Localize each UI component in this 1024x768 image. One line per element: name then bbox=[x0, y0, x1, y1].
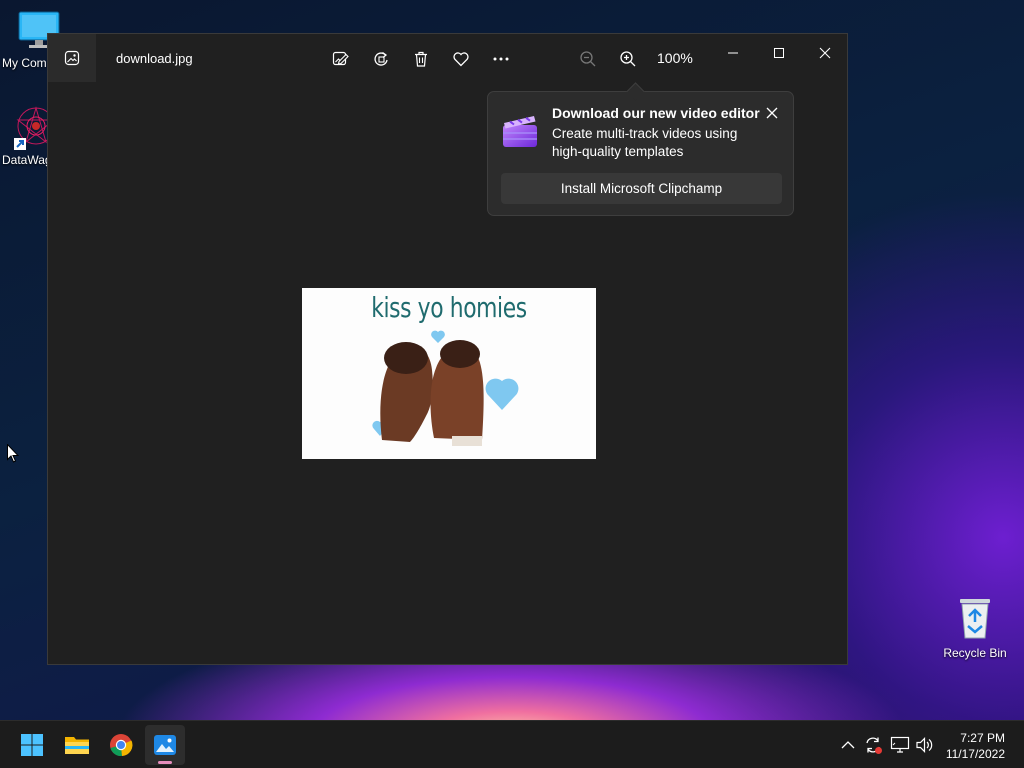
popup-close-button[interactable] bbox=[763, 104, 781, 122]
show-hidden-icons-button[interactable] bbox=[838, 735, 858, 755]
minimize-button[interactable] bbox=[710, 38, 756, 68]
desktop-icon-datawagon[interactable]: DataWag bbox=[2, 104, 56, 167]
displayed-photo[interactable]: kiss yo homies bbox=[302, 288, 596, 459]
file-explorer-icon bbox=[65, 737, 89, 754]
photos-taskbar-button[interactable] bbox=[145, 725, 185, 765]
photos-icon bbox=[154, 735, 176, 755]
network-tray-button[interactable] bbox=[890, 735, 910, 755]
rotate-icon bbox=[374, 51, 388, 66]
title-bar[interactable]: download.jpg 100% bbox=[48, 34, 847, 82]
file-explorer-taskbar-button[interactable] bbox=[57, 725, 97, 765]
heart-shape bbox=[431, 330, 445, 343]
active-app-indicator bbox=[158, 761, 172, 764]
clipchamp-promo-popup: Download our new video editor Create mul… bbox=[487, 82, 794, 216]
close-window-button[interactable] bbox=[802, 38, 848, 68]
desktop-icon-recycle-bin[interactable]: Recycle Bin bbox=[940, 596, 1010, 660]
desktop-icon-label: DataWag bbox=[2, 153, 52, 167]
start-windows-icon bbox=[21, 734, 43, 756]
heart-shape bbox=[485, 378, 519, 410]
popup-body-text: Create multi-track videos using high-qua… bbox=[552, 126, 738, 159]
popup-pointer bbox=[626, 82, 645, 101]
install-clipchamp-button[interactable]: Install Microsoft Clipchamp bbox=[501, 173, 782, 204]
clock-time: 7:27 PM bbox=[960, 731, 1005, 745]
rotate-button[interactable] bbox=[368, 46, 394, 72]
maximize-icon bbox=[774, 48, 784, 58]
more-options-icon bbox=[493, 57, 509, 61]
popup-title: Download our new video editor bbox=[552, 105, 760, 121]
desktop-icon-label: My Com bbox=[2, 56, 47, 70]
minimize-icon bbox=[728, 52, 738, 54]
volume-icon bbox=[916, 737, 933, 753]
taskbar: 7:27 PM 11/17/2022 bbox=[0, 720, 1024, 768]
clipchamp-icon bbox=[503, 116, 537, 147]
zoom-out-button[interactable] bbox=[575, 46, 601, 72]
recycle-bin-icon bbox=[960, 599, 990, 639]
zoom-out-icon bbox=[580, 51, 596, 67]
taskbar-clock[interactable]: 7:27 PM 11/17/2022 bbox=[946, 730, 1005, 762]
show-hidden-icons-chevron bbox=[841, 741, 855, 749]
favorite-button[interactable] bbox=[448, 46, 474, 72]
desktop-icon-label: Recycle Bin bbox=[943, 646, 1007, 660]
close-icon bbox=[766, 107, 778, 119]
volume-tray-button[interactable] bbox=[915, 735, 935, 755]
network-icon bbox=[890, 736, 910, 753]
edit-image-icon bbox=[332, 51, 349, 66]
delete-icon bbox=[415, 51, 427, 67]
update-sync-tray-button[interactable] bbox=[863, 735, 883, 755]
desktop-icon-my-computer[interactable]: My Com bbox=[2, 10, 60, 70]
edit-image-button[interactable] bbox=[328, 46, 354, 72]
photos-gallery-icon bbox=[64, 50, 80, 66]
file-name: download.jpg bbox=[116, 51, 193, 66]
zoom-in-icon bbox=[620, 51, 636, 67]
chrome-icon bbox=[110, 734, 133, 757]
update-sync-icon bbox=[866, 737, 882, 754]
maximize-button[interactable] bbox=[756, 38, 802, 68]
chrome-taskbar-button[interactable] bbox=[101, 725, 141, 765]
favorite-heart-icon bbox=[453, 52, 469, 67]
photos-window: download.jpg 100% Download our new video… bbox=[47, 33, 848, 665]
zoom-level[interactable]: 100% bbox=[657, 50, 693, 66]
photos-app-icon[interactable] bbox=[48, 34, 96, 82]
more-options-button[interactable] bbox=[488, 46, 514, 72]
delete-button[interactable] bbox=[408, 46, 434, 72]
photo-illustration bbox=[372, 330, 519, 446]
zoom-in-button[interactable] bbox=[615, 46, 641, 72]
mouse-cursor bbox=[7, 444, 19, 463]
close-icon bbox=[819, 47, 831, 59]
start-button[interactable] bbox=[12, 725, 52, 765]
clock-date: 11/17/2022 bbox=[945, 747, 1005, 761]
